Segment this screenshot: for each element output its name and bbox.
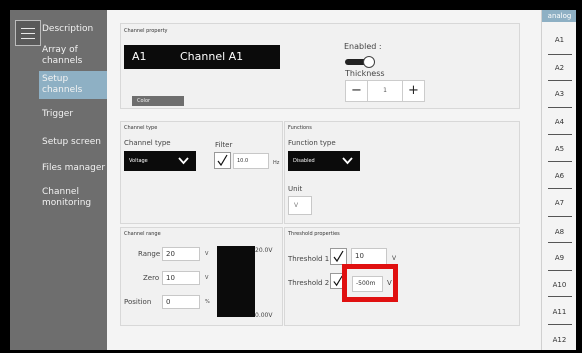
- thickness-value[interactable]: 1: [368, 81, 402, 101]
- analog-item-a6[interactable]: A6: [542, 172, 576, 180]
- analog-item-a1[interactable]: A1: [542, 36, 576, 44]
- threshold1-input[interactable]: 10: [351, 248, 387, 265]
- thickness-stepper: − 1 +: [345, 80, 425, 102]
- analog-item-a2[interactable]: A2: [542, 64, 576, 72]
- scale-bottom-label: 0.00V: [255, 312, 273, 319]
- filter-value-input[interactable]: 10.0: [233, 153, 269, 169]
- position-unit: %: [205, 299, 210, 305]
- sidebar-item-channel-monitoring[interactable]: Channel monitoring: [42, 187, 106, 209]
- chevron-down-icon: [342, 157, 353, 165]
- sidebar-item-files-manager[interactable]: Files manager: [42, 163, 106, 174]
- channel-range-title: Channel range: [124, 231, 161, 237]
- filter-checkbox[interactable]: [214, 152, 231, 169]
- threshold-title: Threshold properties: [288, 231, 340, 237]
- analog-item-a7[interactable]: A7: [542, 199, 576, 207]
- zero-input[interactable]: 10: [162, 271, 200, 285]
- channel-type-title: Channel type: [124, 125, 158, 131]
- sidebar-item-trigger[interactable]: Trigger: [42, 109, 106, 120]
- thickness-plus-button[interactable]: +: [402, 81, 424, 101]
- analog-item-a11[interactable]: A11: [542, 308, 576, 316]
- analog-item-a5[interactable]: A5: [542, 145, 576, 153]
- analog-item-a4[interactable]: A4: [542, 118, 576, 126]
- functions-title: Functions: [288, 125, 312, 131]
- position-input[interactable]: 0: [162, 295, 200, 309]
- sidebar: Description Array of channels Setup chan…: [10, 10, 107, 350]
- analog-item-a12[interactable]: A12: [542, 336, 576, 344]
- analog-item-a10[interactable]: A10: [542, 281, 576, 289]
- channel-header: A1 Channel A1: [124, 45, 280, 69]
- function-type-label: Function type: [288, 139, 336, 147]
- sidebar-item-setup-channels[interactable]: Setup channels: [39, 71, 107, 99]
- channel-type-panel: Channel type Channel type Voltage Filter…: [120, 121, 283, 224]
- channel-property-panel: Channel property A1 Channel A1 Enabled :…: [120, 23, 520, 109]
- main-content: Channel property A1 Channel A1 Enabled :…: [107, 10, 541, 350]
- enabled-label: Enabled :: [344, 42, 382, 51]
- channel-type-label: Channel type: [124, 139, 171, 147]
- threshold2-highlight: -500m V: [342, 264, 398, 302]
- sidebar-item-array-of-channels[interactable]: Array of channels: [42, 45, 106, 67]
- analog-header: analog: [542, 10, 576, 22]
- analog-item-a8[interactable]: A8: [542, 228, 576, 236]
- threshold-panel: Threshold properties Threshold 1 10 V Th…: [284, 227, 520, 326]
- analog-item-a3[interactable]: A3: [542, 90, 576, 98]
- functions-panel: Functions Function type Disabled Unit V: [284, 121, 520, 224]
- function-type-value: Disabled: [293, 158, 315, 164]
- hamburger-menu-icon[interactable]: [15, 20, 41, 46]
- filter-unit: Hz: [273, 160, 280, 166]
- unit-input[interactable]: V: [288, 196, 312, 215]
- channel-range-panel: Channel range Range 20 V Zero 10 V Posit…: [120, 227, 283, 326]
- range-input[interactable]: 20: [162, 247, 200, 261]
- range-label: Range: [138, 250, 161, 258]
- threshold1-unit: V: [392, 255, 397, 262]
- toggle-knob: [363, 56, 375, 68]
- channel-property-title: Channel property: [124, 28, 168, 34]
- checkmark-icon: [217, 154, 228, 167]
- checkmark-icon: [333, 250, 344, 263]
- zero-label: Zero: [143, 274, 160, 282]
- position-label: Position: [124, 298, 152, 306]
- scale-top-label: 20.0V: [255, 247, 273, 254]
- zero-unit: V: [205, 275, 209, 281]
- threshold1-checkbox[interactable]: [330, 248, 347, 265]
- thickness-minus-button[interactable]: −: [346, 81, 368, 101]
- threshold1-label: Threshold 1: [288, 255, 330, 263]
- enabled-toggle[interactable]: [343, 56, 379, 68]
- threshold2-label: Threshold 2: [288, 279, 330, 287]
- threshold2-unit: V: [387, 279, 392, 287]
- channel-id: A1: [132, 50, 147, 63]
- channel-name[interactable]: Channel A1: [180, 50, 243, 63]
- analog-channel-list: analog A1 A2 A3 A4 A5 A6 A7 A8 A9 A10 A1…: [541, 10, 576, 350]
- threshold2-input[interactable]: -500m: [352, 276, 383, 292]
- color-button[interactable]: Color: [132, 96, 184, 106]
- channel-type-select[interactable]: Voltage: [124, 151, 196, 171]
- app-window: Description Array of channels Setup chan…: [10, 10, 576, 350]
- analog-item-a9[interactable]: A9: [542, 254, 576, 262]
- sidebar-item-setup-screen[interactable]: Setup screen: [42, 137, 106, 148]
- range-preview: [217, 246, 255, 317]
- range-unit: V: [205, 251, 209, 257]
- filter-label: Filter: [215, 141, 233, 149]
- chevron-down-icon: [178, 157, 189, 165]
- function-type-select[interactable]: Disabled: [288, 151, 360, 171]
- thickness-label: Thickness: [345, 69, 385, 78]
- channel-type-value: Voltage: [129, 158, 148, 164]
- sidebar-item-description[interactable]: Description: [42, 24, 106, 35]
- unit-label: Unit: [288, 185, 303, 193]
